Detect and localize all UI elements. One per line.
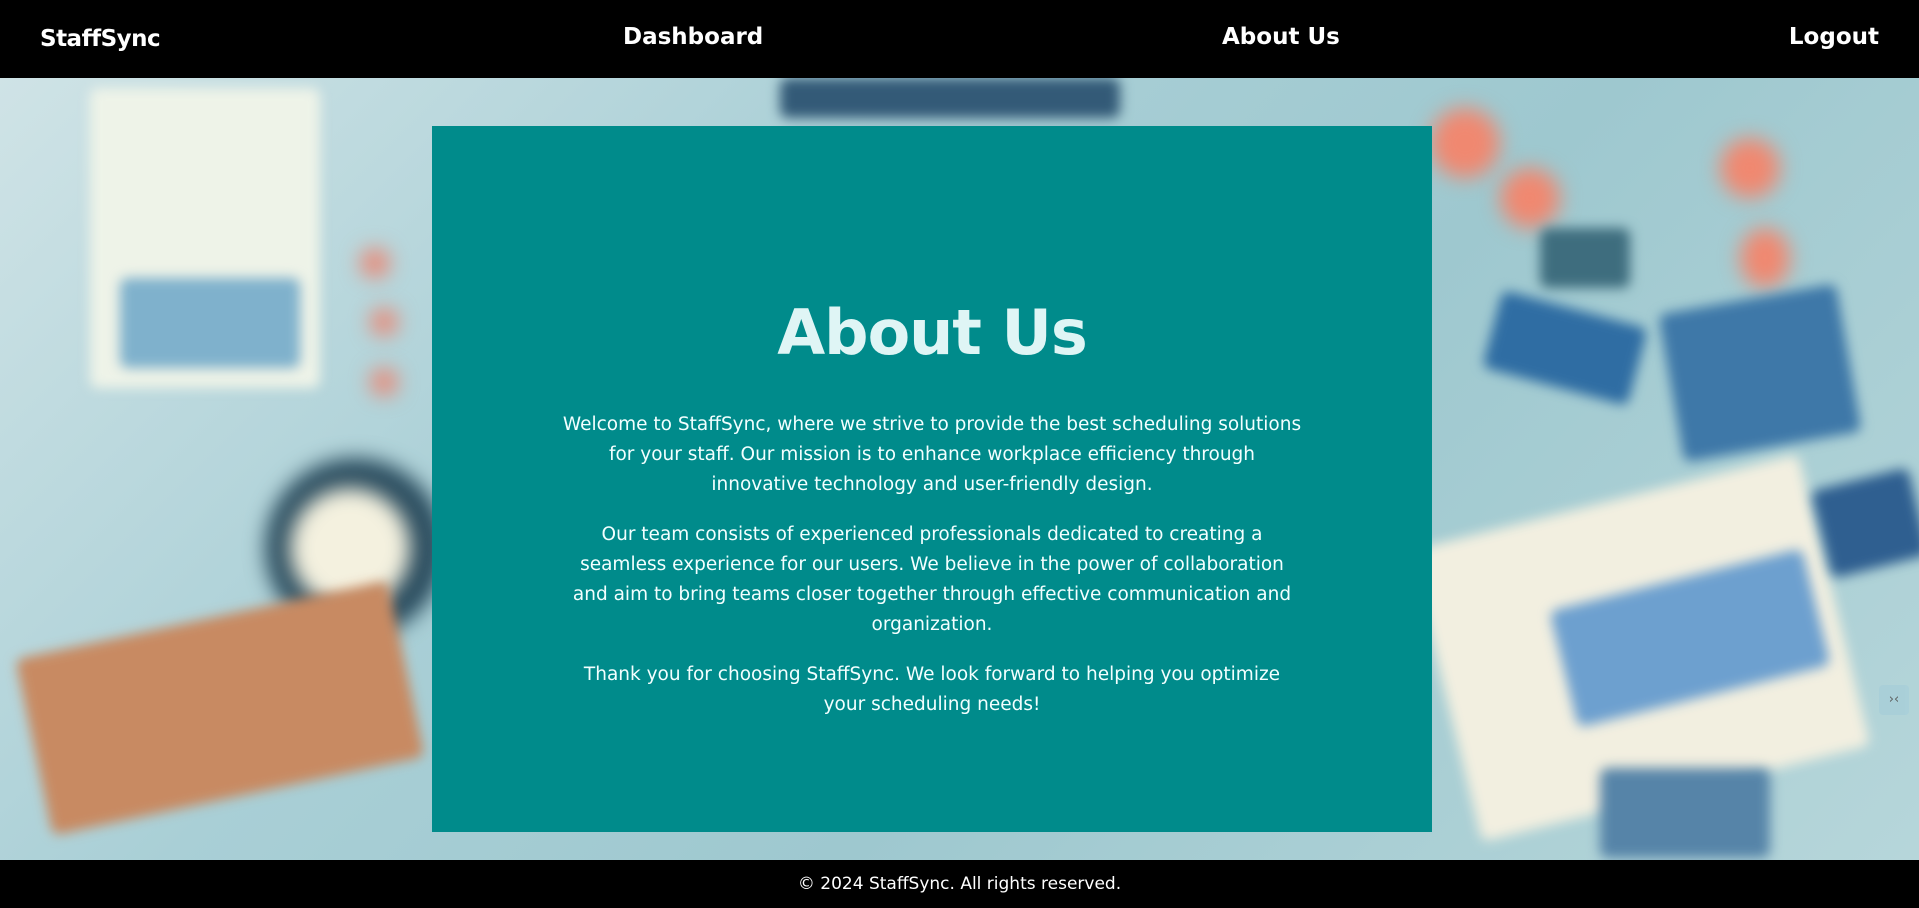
brand-logo-text[interactable]: StaffSync bbox=[40, 26, 161, 52]
about-paragraph-2: Our team consists of experienced profess… bbox=[572, 524, 1292, 635]
about-text: Welcome to StaffSync, where we strive to… bbox=[562, 410, 1302, 740]
about-paragraph-3: Thank you for choosing StaffSync. We loo… bbox=[583, 664, 1281, 715]
footer-copyright: © 2024 StaffSync. All rights reserved. bbox=[0, 860, 1919, 908]
floating-widget-icon[interactable]: ›‹ bbox=[1879, 685, 1909, 715]
about-card: About Us Welcome to StaffSync, where we … bbox=[432, 126, 1432, 832]
top-navbar: StaffSync Dashboard About Us Logout bbox=[0, 0, 1919, 78]
about-title: About Us bbox=[777, 296, 1088, 369]
nav-link-dashboard[interactable]: Dashboard bbox=[623, 24, 763, 50]
nav-link-logout[interactable]: Logout bbox=[1789, 24, 1879, 50]
nav-link-about-us[interactable]: About Us bbox=[1222, 24, 1340, 50]
about-paragraph-1: Welcome to StaffSync, where we strive to… bbox=[562, 414, 1302, 495]
